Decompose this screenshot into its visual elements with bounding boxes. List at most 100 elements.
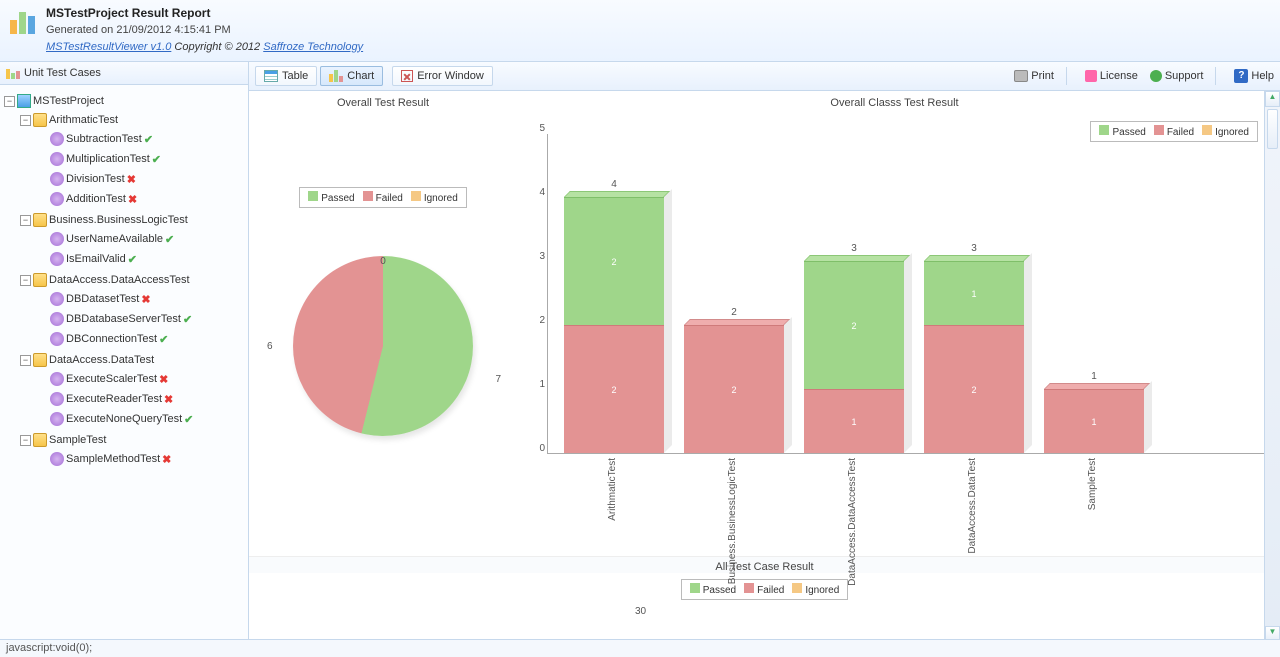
bar-total-label: 2 [684,307,784,318]
test-tree[interactable]: −MSTestProject−ArithmaticTestSubtraction… [0,85,248,642]
tree-node-label: ArithmaticTest [49,114,118,126]
help-icon: ? [1234,69,1248,83]
bar-segment-failed: 1 [804,389,904,453]
table-icon [264,70,278,82]
tree-class-node[interactable]: − DataAccess.DataTest [20,351,244,369]
toolbar: Table Chart Error Window Print License S… [249,62,1280,91]
tree-test-node[interactable]: SubtractionTest✔ [50,130,244,148]
generated-on: Generated on 21/09/2012 4:15:41 PM [46,22,363,39]
bar-segment-failed: 2 [564,325,664,453]
class-icon [33,353,47,367]
product-link[interactable]: MSTestResultViewer v1.0 [46,41,171,53]
error-icon [401,70,413,82]
expand-toggle[interactable]: − [20,355,31,366]
bar-segment-passed: 2 [564,197,664,325]
test-icon [50,232,64,246]
x-axis-label: DataAccess.DataTest [967,458,978,554]
expand-toggle[interactable]: − [20,115,31,126]
class-icon [33,113,47,127]
tree-test-node[interactable]: ExecuteNoneQueryTest✔ [50,410,244,428]
x-axis-label: DataAccess.DataAccessTest [847,458,858,586]
license-button[interactable]: License [1085,70,1138,82]
vendor-link[interactable]: Saffroze Technology [263,41,363,53]
tree-root-node[interactable]: −MSTestProject [4,92,244,110]
tree-test-node[interactable]: SampleMethodTest✖ [50,450,244,468]
vertical-scrollbar[interactable]: ▲ ▼ [1264,91,1280,642]
tree-class-node[interactable]: − ArithmaticTest [20,111,244,129]
pass-icon: ✔ [184,413,193,426]
y-tick: 5 [539,123,545,134]
tree-node-label: SampleTest [49,434,106,446]
tree-test-node[interactable]: DivisionTest✖ [50,170,244,188]
pass-icon: ✔ [152,153,161,166]
class-icon [33,213,47,227]
pie-label-failed: 6 [267,341,273,352]
tree-node-label: DBConnectionTest [66,333,157,345]
scroll-thumb[interactable] [1267,109,1278,149]
y-tick: 0 [539,443,545,454]
tree-test-node[interactable]: DBDatasetTest✖ [50,290,244,308]
help-button[interactable]: ?Help [1234,69,1274,83]
y-tick: 1 [539,379,545,390]
expand-toggle[interactable]: − [20,435,31,446]
tree-node-label: SampleMethodTest [66,453,160,465]
support-button[interactable]: Support [1150,70,1204,82]
tree-node-label: ExecuteReaderTest [66,393,162,405]
tree-test-node[interactable]: DBConnectionTest✔ [50,330,244,348]
test-icon [50,372,64,386]
test-icon [50,252,64,266]
bar-segment-failed: 2 [924,325,1024,453]
expand-toggle[interactable]: − [20,215,31,226]
copyright-text: Copyright © 2012 [174,41,263,53]
report-title: MSTestProject Result Report [46,4,363,22]
pie-chart: 0 6 7 [257,256,509,516]
pie-chart-panel: Overall Test Result Passed Failed Ignore… [249,91,509,556]
tree-class-node[interactable]: − Business.BusinessLogicTest [20,211,244,229]
pie-label-passed: 7 [495,374,501,385]
sidebar: Unit Test Cases −MSTestProject−Arithmati… [0,62,249,642]
fail-icon: ✖ [141,293,150,306]
pass-icon: ✔ [165,233,174,246]
chart-button[interactable]: Chart [320,66,383,86]
tree-node-label: DBDatabaseServerTest [66,313,181,325]
class-icon [33,273,47,287]
tree-node-label: Business.BusinessLogicTest [49,214,188,226]
class-icon [33,433,47,447]
error-window-button[interactable]: Error Window [392,66,493,86]
print-button[interactable]: Print [1014,70,1054,82]
tree-node-label: ExecuteNoneQueryTest [66,413,182,425]
pie-legend: Passed Failed Ignored [299,187,467,208]
tree-test-node[interactable]: ExecuteReaderTest✖ [50,390,244,408]
y-tick: 2 [539,315,545,326]
tree-node-label: DataAccess.DataTest [49,354,154,366]
tree-class-node[interactable]: −DataAccess.DataAccessTest [20,271,244,289]
tree-node-label: DivisionTest [66,173,125,185]
x-axis-label: ArithmaticTest [607,458,618,521]
tree-test-node[interactable]: DBDatabaseServerTest✔ [50,310,244,328]
tree-node-label: IsEmailValid [66,253,126,265]
status-bar: javascript:void(0); [0,639,1280,657]
tree-test-node[interactable]: UserNameAvailable✔ [50,230,244,248]
pass-icon: ✔ [128,253,137,266]
fail-icon: ✖ [162,453,171,466]
bar-chart-title: Overall Classs Test Result [517,97,1272,109]
tree-test-node[interactable]: AdditionTest✖ [50,190,244,208]
app-logo-icon [6,4,40,38]
chart-icon [329,70,343,82]
tree-test-node[interactable]: ExecuteScalerTest✖ [50,370,244,388]
test-icon [50,312,64,326]
tree-class-node[interactable]: − SampleTest [20,431,244,449]
expand-toggle[interactable]: − [4,96,15,107]
sidebar-header: Unit Test Cases [0,62,248,85]
bar-total-label: 4 [564,179,664,190]
tree-test-node[interactable]: MultiplicationTest✔ [50,150,244,168]
table-button[interactable]: Table [255,66,317,86]
test-icon [50,332,64,346]
fail-icon: ✖ [164,393,173,406]
test-icon [50,452,64,466]
scroll-up-arrow[interactable]: ▲ [1265,91,1280,107]
tree-test-node[interactable]: IsEmailValid✔ [50,250,244,268]
expand-toggle[interactable]: − [20,275,31,286]
fail-icon: ✖ [128,193,137,206]
tree-node-label: MultiplicationTest [66,153,150,165]
